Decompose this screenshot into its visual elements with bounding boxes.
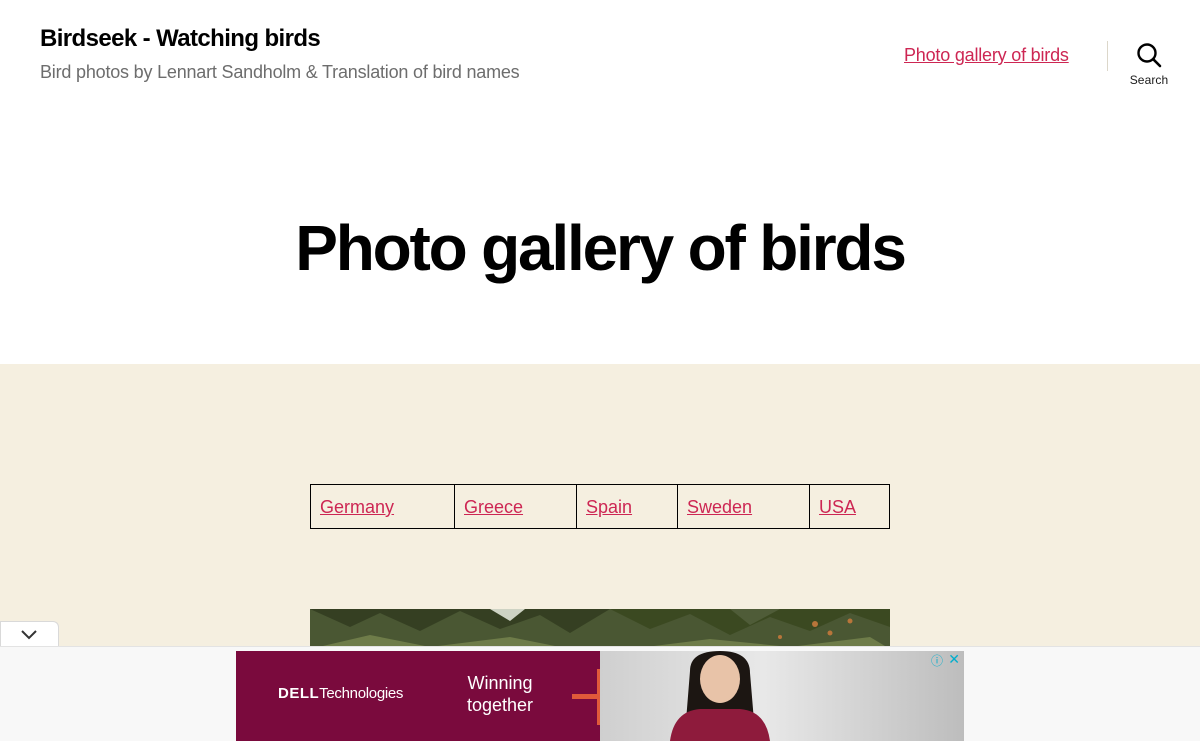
country-link-spain[interactable]: Spain bbox=[586, 497, 632, 517]
page-title: Photo gallery of birds bbox=[295, 212, 907, 284]
ad-person-image bbox=[670, 651, 770, 741]
search-icon bbox=[1137, 43, 1162, 68]
table-row: Germany Greece Spain Sweden USA bbox=[310, 484, 890, 529]
info-icon[interactable]: ⓘ bbox=[931, 652, 943, 669]
search-label: Search bbox=[1129, 73, 1169, 87]
site-title[interactable]: Birdseek - Watching birds bbox=[40, 25, 321, 53]
close-icon[interactable]: ✕ bbox=[948, 651, 960, 668]
nav-link-photo-gallery[interactable]: Photo gallery of birds bbox=[904, 45, 1069, 66]
ad-photo-panel: ⓘ ✕ bbox=[600, 651, 964, 741]
country-link-greece[interactable]: Greece bbox=[464, 497, 523, 517]
bird-photo[interactable] bbox=[310, 609, 890, 649]
country-link-sweden[interactable]: Sweden bbox=[687, 497, 752, 517]
table-cell: Sweden bbox=[677, 484, 810, 529]
country-link-usa[interactable]: USA bbox=[819, 497, 856, 517]
table-cell: Greece bbox=[454, 484, 577, 529]
bird-photo-image bbox=[310, 609, 890, 649]
ad-bar: DELLTechnologies Winning together ⓘ ✕ bbox=[0, 646, 1200, 741]
table-cell: Germany bbox=[310, 484, 455, 529]
country-links-table: Germany Greece Spain Sweden USA bbox=[310, 484, 890, 529]
ad-brand-panel: DELLTechnologies Winning together bbox=[236, 651, 600, 741]
chevron-down-icon bbox=[21, 630, 37, 640]
table-cell: Spain bbox=[576, 484, 678, 529]
country-link-germany[interactable]: Germany bbox=[320, 497, 394, 517]
search-toggle-button[interactable]: Search bbox=[1118, 38, 1180, 94]
site-header: Birdseek - Watching birds Bird photos by… bbox=[0, 0, 1200, 110]
dell-ad-banner[interactable]: DELLTechnologies Winning together ⓘ ✕ bbox=[236, 651, 964, 741]
table-cell: USA bbox=[809, 484, 890, 529]
dell-logo: DELLTechnologies bbox=[278, 685, 404, 702]
ad-collapse-button[interactable] bbox=[0, 621, 59, 648]
site-description: Bird photos by Lennart Sandholm & Transl… bbox=[40, 62, 520, 82]
nav-divider bbox=[1107, 41, 1108, 71]
ad-tagline: Winning together bbox=[466, 673, 534, 715]
page-hero: Photo gallery of birds bbox=[0, 110, 1200, 364]
